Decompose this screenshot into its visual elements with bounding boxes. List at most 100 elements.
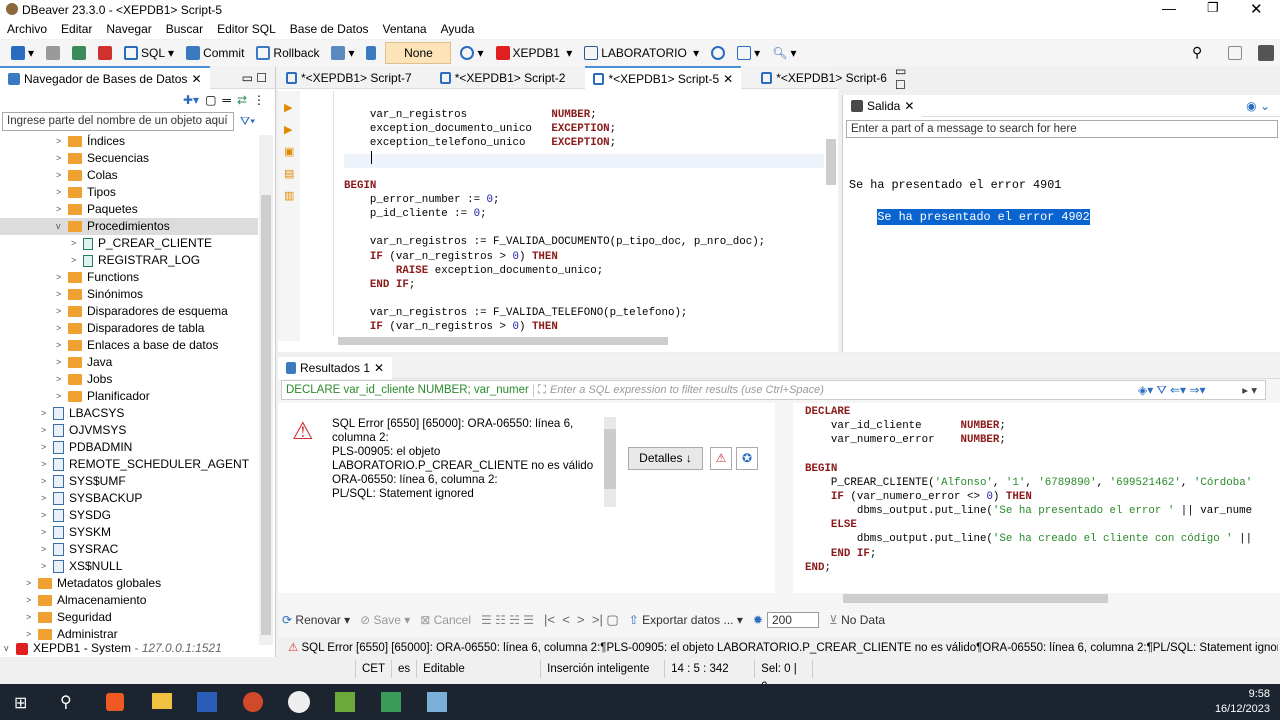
tree-node[interactable]: > XS$NULL — [41, 558, 122, 575]
expand-arrow-icon[interactable]: > — [56, 269, 68, 286]
expand-arrow-icon[interactable]: > — [56, 337, 68, 354]
expand-arrow-icon[interactable]: > — [56, 320, 68, 337]
details-button[interactable]: Detalles ↓ — [628, 447, 703, 470]
menu-item[interactable]: Ventana — [376, 20, 434, 39]
error-log-button[interactable]: ⚠ — [710, 447, 732, 470]
view-menu-icon[interactable]: ⋮ — [253, 93, 265, 107]
expand-arrow-icon[interactable]: > — [41, 473, 53, 490]
editor-view-controls[interactable]: ▭ ☐ — [895, 64, 914, 92]
error-scrollbar[interactable] — [604, 417, 616, 507]
row-edit-icons[interactable]: ☰ ☷ ☵ ☰ — [481, 613, 534, 627]
brave-icon[interactable] — [106, 693, 124, 711]
execute-icons[interactable]: ▶ ▶ ▣ ▤ ▥ — [278, 91, 300, 207]
schema-selector[interactable]: LABORATORIO ▾ — [581, 42, 702, 64]
menu-item[interactable]: Navegar — [99, 20, 158, 39]
expand-arrow-icon[interactable]: > — [56, 133, 68, 150]
close-tab-icon[interactable]: ✕ — [723, 68, 733, 90]
cancel-button[interactable]: ⊠ Cancel — [420, 613, 471, 627]
navigator-scrollbar[interactable] — [259, 135, 273, 645]
disconnect-all-button[interactable] — [95, 42, 115, 64]
powerpoint-icon[interactable] — [243, 692, 263, 712]
tree-node[interactable]: > Enlaces a base de datos — [56, 337, 218, 354]
windows-start-icon[interactable]: ⊞ — [14, 693, 27, 713]
expand-arrow-icon[interactable]: > — [56, 167, 68, 184]
sql-button[interactable]: SQL ▾ — [121, 42, 177, 64]
collapse-all-icon[interactable]: ═ — [222, 93, 231, 107]
refresh-button[interactable]: ⟳ Renovar ▾ — [282, 613, 350, 627]
filter-icon[interactable]: ⛛▾ — [240, 114, 255, 129]
tree-node[interactable]: > SYSBACKUP — [41, 490, 142, 507]
connection-node[interactable]: v XEPDB1 - System - 127.0.0.1:1521 — [4, 640, 222, 657]
dbeaver-taskbar-icon[interactable] — [288, 691, 310, 713]
menu-item[interactable]: Archivo — [0, 20, 54, 39]
expand-arrow-icon[interactable]: > — [56, 286, 68, 303]
tree-node[interactable]: > Sinónimos — [56, 286, 143, 303]
expand-arrow-icon[interactable]: > — [41, 507, 53, 524]
tree-node[interactable]: > REMOTE_SCHEDULER_AGENT — [41, 456, 249, 473]
expand-arrow-icon[interactable]: > — [41, 456, 53, 473]
tab-navigator[interactable]: Navegador de Bases de Datos ✕ — [0, 65, 210, 90]
scrollbar-thumb[interactable] — [261, 195, 271, 635]
tree-node[interactable]: > SYSKM — [41, 524, 111, 541]
app-icon[interactable] — [335, 692, 355, 712]
expand-arrow-icon[interactable]: > — [41, 422, 53, 439]
search-icon[interactable]: ⚲ — [60, 692, 72, 712]
tree-node[interactable]: > Java — [56, 354, 112, 371]
tree-node[interactable]: > Functions — [56, 269, 139, 286]
output-search-input[interactable]: Enter a part of a message to search for … — [846, 120, 1278, 138]
filter-input[interactable]: Enter a SQL expression to filter results… — [550, 384, 824, 396]
menu-item[interactable]: Ayuda — [434, 20, 482, 39]
minimize-button[interactable]: — — [1162, 0, 1176, 16]
tree-node[interactable]: > LBACSYS — [41, 405, 124, 422]
tree-node[interactable]: > Metadatos globales — [26, 575, 161, 592]
expand-arrow-icon[interactable]: > — [41, 541, 53, 558]
tree-node[interactable]: > SYSDG — [41, 507, 111, 524]
expand-arrow-icon[interactable]: > — [26, 575, 38, 592]
close-button[interactable]: ✕ — [1250, 0, 1263, 18]
connection-selector[interactable]: XEPDB1 ▾ — [493, 42, 576, 64]
tree-node[interactable]: v Procedimientos — [0, 218, 258, 235]
link-editor-icon[interactable]: ⇄ — [237, 93, 247, 107]
tree-node[interactable]: > SYSRAC — [41, 541, 118, 558]
menu-item[interactable]: Base de Datos — [283, 20, 376, 39]
expand-arrow-icon[interactable]: > — [41, 490, 53, 507]
navigation-icons[interactable]: |< < > >| ▢ — [544, 612, 619, 628]
settings-icon[interactable]: ✹ — [753, 613, 763, 627]
expand-arrow-icon[interactable]: v — [56, 218, 68, 235]
navigator-filter-input[interactable]: Ingrese parte del nombre de un objeto aq… — [2, 112, 234, 131]
app-icon[interactable] — [381, 692, 401, 712]
tree-node[interactable]: > Planificador — [56, 388, 150, 405]
tab-results-1[interactable]: Resultados 1 ✕ — [278, 356, 393, 379]
tree-node[interactable]: > Disparadores de tabla — [56, 320, 204, 337]
expand-arrow-icon[interactable]: > — [71, 235, 83, 252]
app-icon[interactable] — [427, 692, 447, 712]
search-tool-button[interactable]: 🔍︎ ▾ — [769, 42, 799, 64]
tree-node[interactable]: > Paquetes — [56, 201, 138, 218]
expand-arrow-icon[interactable]: > — [41, 439, 53, 456]
global-search-icon[interactable]: ⚲ — [1192, 44, 1202, 61]
menu-item[interactable]: Editar — [54, 20, 99, 39]
tree-node[interactable]: > Tipos — [56, 184, 116, 201]
help-button[interactable]: ✪ — [736, 447, 758, 470]
tree-node[interactable]: > P_CREAR_CLIENTE — [71, 235, 212, 252]
tree-node[interactable]: > Colas — [56, 167, 118, 184]
expand-arrow-icon[interactable]: > — [56, 388, 68, 405]
lock-button[interactable] — [363, 42, 379, 64]
editor-tab[interactable]: *<XEPDB1> Script-6 — [753, 67, 895, 89]
tree-node[interactable]: > Almacenamiento — [26, 592, 146, 609]
expand-arrow-icon[interactable]: > — [56, 184, 68, 201]
filter-apply-icon[interactable]: ▸ ▾ — [1242, 383, 1265, 397]
new-connection-button[interactable]: ▾ — [8, 42, 37, 64]
reconnect-button[interactable] — [69, 42, 89, 64]
expand-arrow-icon[interactable]: > — [56, 201, 68, 218]
tree-node[interactable]: > Seguridad — [26, 609, 112, 626]
perspective-icon[interactable] — [1228, 46, 1242, 60]
tree-node[interactable]: > Jobs — [56, 371, 112, 388]
expand-arrow-icon[interactable]: > — [41, 405, 53, 422]
editor-tab[interactable]: *<XEPDB1> Script-5 ✕ — [585, 65, 742, 90]
dashboard-button[interactable] — [708, 42, 728, 64]
editor-hscroll[interactable] — [338, 337, 668, 345]
editor-tab[interactable]: *<XEPDB1> Script-2 — [432, 67, 574, 89]
dbeaver-perspective-icon[interactable] — [1258, 45, 1274, 61]
save-button[interactable]: ⊘ Save ▾ — [360, 613, 410, 627]
